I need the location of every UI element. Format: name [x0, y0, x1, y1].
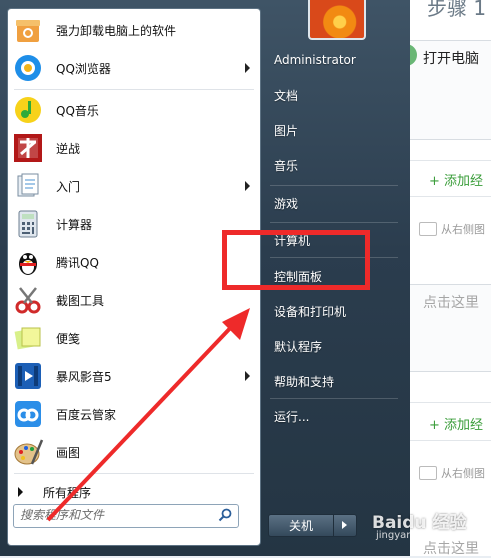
program-item[interactable]: 强力卸载电脑上的软件: [8, 11, 260, 49]
drag-hint: 从右侧图: [441, 467, 485, 480]
add-experience-link[interactable]: + 添加经: [429, 414, 483, 433]
submenu-arrow-icon: [245, 63, 250, 73]
click-here-hint: 点击这里: [423, 541, 479, 557]
program-item[interactable]: 便笺: [8, 319, 260, 357]
program-item[interactable]: 暴风影音5: [8, 357, 260, 395]
right-item-label: 游戏: [274, 196, 299, 211]
games-item[interactable]: 游戏: [264, 188, 402, 218]
separator: [14, 89, 254, 90]
music-item[interactable]: 音乐: [264, 150, 402, 180]
program-label: 腾讯QQ: [56, 255, 99, 270]
paint-palette-icon: [12, 436, 44, 468]
program-item[interactable]: QQ浏览器: [8, 49, 260, 87]
program-label: 入门: [56, 179, 81, 194]
image-icon: [419, 222, 437, 236]
program-item[interactable]: 逆战: [8, 129, 260, 167]
add-experience-link[interactable]: + 添加经: [429, 170, 483, 189]
step-title: 步骤 1: [427, 0, 487, 20]
submenu-arrow-icon: [245, 181, 250, 191]
program-item[interactable]: QQ音乐: [8, 91, 260, 129]
separator: [14, 473, 254, 474]
highlight-box: [222, 230, 370, 290]
snipping-tool-icon: [12, 284, 44, 316]
image-icon: [419, 466, 437, 480]
qq-penguin-icon: [12, 246, 44, 278]
default-programs-item[interactable]: 默认程序: [264, 331, 402, 361]
program-label: 逆战: [56, 141, 81, 156]
triangle-right-icon: [18, 487, 23, 497]
step-text: 打开电脑: [423, 51, 479, 67]
program-label: 画图: [56, 445, 81, 460]
program-label: 暴风影音5: [56, 369, 112, 384]
right-item-label: 音乐: [274, 158, 299, 173]
program-label: 计算器: [56, 217, 93, 232]
right-item-label: 设备和打印机: [274, 304, 347, 319]
click-here-hint: 点击这里: [423, 295, 479, 311]
uninstall-box-icon: [12, 14, 44, 46]
separator: [270, 398, 398, 399]
program-item[interactable]: 画图: [8, 433, 260, 471]
getting-started-icon: [12, 170, 44, 202]
right-item-label: 运行...: [274, 409, 310, 424]
divider: [405, 402, 491, 403]
separator: [270, 222, 398, 223]
shutdown-options-button[interactable]: [333, 514, 357, 537]
right-item-label: 图片: [274, 123, 299, 138]
run-item[interactable]: 运行...: [264, 401, 402, 431]
right-item-label: 文档: [274, 88, 299, 103]
right-item-label: Administrator: [274, 53, 356, 67]
watermark-url: jingyan.baidu.com: [376, 530, 469, 541]
right-item-label: 默认程序: [274, 339, 323, 354]
help-support-item[interactable]: 帮助和支持: [264, 366, 402, 396]
program-label: 便笺: [56, 331, 81, 346]
divider: [405, 196, 491, 197]
devices-printers-item[interactable]: 设备和打印机: [264, 296, 402, 326]
program-item[interactable]: 百度云管家: [8, 395, 260, 433]
baidu-cloud-icon: [12, 398, 44, 430]
program-label: QQ浏览器: [56, 61, 111, 76]
program-label: 百度云管家: [56, 407, 117, 422]
program-label: QQ音乐: [56, 103, 99, 118]
background-page: 步骤 1 打开电脑 + 添加经 从右侧图 点击这里 + 添加经 从右侧图 点击这…: [395, 0, 491, 557]
chevron-right-icon: [342, 521, 347, 529]
user-name-item[interactable]: Administrator: [264, 45, 402, 75]
search-icon[interactable]: [218, 508, 232, 522]
right-item-label: 帮助和支持: [274, 374, 335, 389]
all-programs-item[interactable]: 所有程序: [8, 477, 260, 507]
separator: [270, 185, 398, 186]
program-label: 强力卸载电脑上的软件: [56, 23, 177, 38]
baofeng-player-icon: [12, 360, 44, 392]
program-item[interactable]: 入门: [8, 167, 260, 205]
nizhan-game-icon: [12, 132, 44, 164]
qq-browser-icon: [12, 52, 44, 84]
drag-hint: 从右侧图: [441, 223, 485, 236]
program-label: 截图工具: [56, 293, 105, 308]
calculator-icon: [12, 208, 44, 240]
pictures-item[interactable]: 图片: [264, 115, 402, 145]
submenu-arrow-icon: [245, 371, 250, 381]
qq-music-icon: [12, 94, 44, 126]
shutdown-button[interactable]: 关机: [268, 514, 334, 537]
user-picture-flower[interactable]: [308, 0, 366, 40]
divider: [405, 160, 491, 161]
sticky-notes-icon: [12, 322, 44, 354]
all-programs-label: 所有程序: [43, 485, 92, 500]
search-box[interactable]: [13, 504, 239, 528]
documents-item[interactable]: 文档: [264, 80, 402, 110]
divider: [405, 440, 491, 441]
search-input[interactable]: [20, 508, 210, 522]
